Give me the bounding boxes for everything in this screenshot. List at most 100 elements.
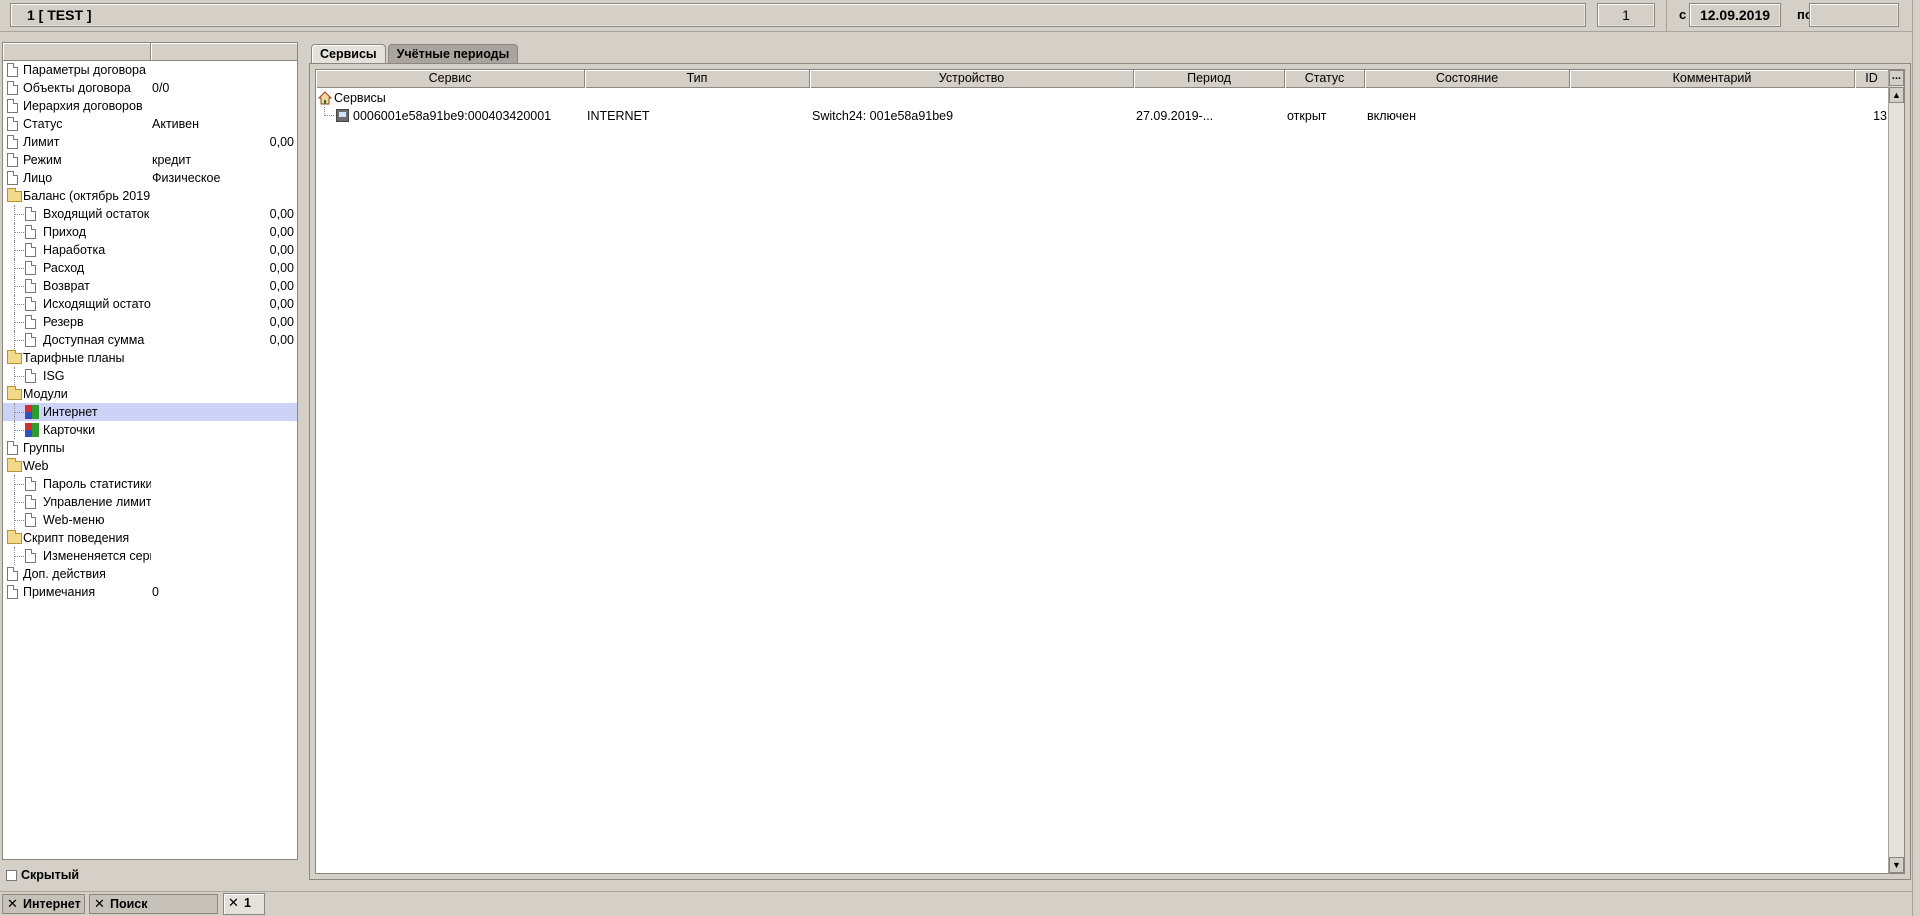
tree-connector: [14, 403, 24, 421]
contract-title-field[interactable]: 1 [ TEST ]: [10, 3, 1586, 27]
tree-item[interactable]: Режим кредит: [3, 151, 297, 169]
tree-item[interactable]: Расход 0,00: [3, 259, 297, 277]
tree-item[interactable]: Иерархия договоров: [3, 97, 297, 115]
column-header-service[interactable]: Сервис: [316, 70, 585, 88]
folder-modules-icon: [7, 386, 22, 400]
column-chooser-button[interactable]: ...: [1889, 70, 1904, 86]
tree-item[interactable]: ISG: [3, 367, 297, 385]
tree-header-value-column[interactable]: [151, 43, 297, 60]
tree-connector: [14, 511, 24, 529]
tree-item[interactable]: Карточки: [3, 421, 297, 439]
tree-connector: [14, 475, 24, 493]
tree-item[interactable]: Измененяется сервис: [3, 547, 297, 565]
tree-header: [3, 43, 297, 61]
tree-item-label: Группы: [23, 441, 65, 455]
tree-item[interactable]: Наработка 0,00: [3, 241, 297, 259]
column-header-comment[interactable]: Комментарий: [1570, 70, 1855, 88]
tab-accounting-periods[interactable]: Учётные периоды: [387, 44, 519, 63]
folder-icon: [7, 458, 22, 472]
tree-item-label: Пароль статистики: [43, 477, 151, 491]
tree-item[interactable]: Управление лимитом: [3, 493, 297, 511]
module-icon: [25, 405, 39, 419]
tree-item[interactable]: Web-меню: [3, 511, 297, 529]
tree-item-amount: 0,00: [269, 243, 294, 257]
tree-item[interactable]: Лимит 0,00: [3, 133, 297, 151]
tree-item-amount: 0,00: [269, 261, 294, 275]
services-table: Сервис Тип Устройство Период Статус Сост…: [315, 69, 1905, 874]
tree-item-value: 0/0: [152, 81, 170, 95]
tree-item[interactable]: Исходящий остаток 0,00: [3, 295, 297, 313]
document-icon: [7, 63, 18, 77]
date-to-field[interactable]: [1809, 3, 1899, 27]
task-contract-1[interactable]: ✕ 1: [223, 893, 265, 915]
scroll-up-icon[interactable]: ▲: [1889, 87, 1904, 103]
column-header-period[interactable]: Период: [1134, 70, 1285, 88]
column-header-type[interactable]: Тип: [585, 70, 810, 88]
date-from-label: с: [1679, 7, 1687, 22]
tree-item[interactable]: Входящий остаток 0,00: [3, 205, 297, 223]
tree-item[interactable]: Модули: [3, 385, 297, 403]
task-internet[interactable]: ✕ Интернет: [2, 894, 85, 914]
tree-item[interactable]: Web: [3, 457, 297, 475]
tree-item[interactable]: Доступная сумма 0,00: [3, 331, 297, 349]
tree-item[interactable]: Резерв 0,00: [3, 313, 297, 331]
cell-type: INTERNET: [587, 109, 650, 123]
tree-item[interactable]: Примечания 0: [3, 583, 297, 601]
task-contract-search[interactable]: ✕ Поиск договоров: [89, 894, 218, 916]
tree-item[interactable]: Приход 0,00: [3, 223, 297, 241]
tree-item-label: Лицо: [23, 171, 53, 185]
contract-header: 1 [ TEST ] 1 с 12.09.2019 по: [0, 0, 1920, 32]
tree-item[interactable]: Интернет: [3, 403, 297, 421]
tree-item[interactable]: Скрипт поведения: [3, 529, 297, 547]
table-vertical-scrollbar[interactable]: ... ▲ ▼: [1888, 70, 1904, 873]
document-icon: [7, 81, 18, 95]
tree-connector: [14, 313, 24, 331]
document-icon: [25, 477, 36, 491]
tree-item-label: Интернет: [43, 405, 98, 419]
tree-item-value: 0: [152, 585, 159, 599]
column-header-status[interactable]: Статус: [1285, 70, 1365, 88]
cell-period: 27.09.2019-...: [1136, 109, 1214, 123]
window-right-edge: [1912, 0, 1920, 916]
date-from-field[interactable]: 12.09.2019: [1689, 3, 1781, 27]
scroll-down-icon[interactable]: ▼: [1889, 857, 1904, 873]
tree-item[interactable]: Лицо Физическое: [3, 169, 297, 187]
tree-item[interactable]: Баланс (октябрь 2019: [3, 187, 297, 205]
table-header: Сервис Тип Устройство Период Статус Сост…: [316, 70, 1889, 88]
tree-root-row[interactable]: Сервисы: [316, 89, 1889, 107]
tree-connector: [324, 107, 334, 116]
tree-item[interactable]: Возврат 0,00: [3, 277, 297, 295]
close-icon[interactable]: ✕: [7, 895, 18, 913]
hidden-option[interactable]: Скрытый: [2, 865, 298, 885]
tree-item[interactable]: Пароль статистики: [3, 475, 297, 493]
column-header-device[interactable]: Устройство: [810, 70, 1134, 88]
tree-item-label: ISG: [43, 369, 65, 383]
tree-item-amount: 0,00: [269, 207, 294, 221]
document-icon: [25, 297, 36, 311]
tree-item-label: Объекты договора: [23, 81, 131, 95]
tree-header-name-column[interactable]: [3, 43, 151, 60]
tree-item[interactable]: Группы: [3, 439, 297, 457]
contract-tree-panel: Параметры договора Объекты договора 0/0 Иер…: [2, 42, 298, 860]
column-header-id[interactable]: ID: [1855, 70, 1889, 88]
close-icon[interactable]: ✕: [94, 895, 105, 913]
task-contract-1-label: 1: [244, 896, 251, 910]
tree-connector: [14, 421, 24, 439]
tab-services[interactable]: Сервисы: [311, 44, 386, 63]
tree-item[interactable]: Статус Активен: [3, 115, 297, 133]
close-icon[interactable]: ✕: [228, 894, 239, 912]
document-icon: [25, 333, 36, 347]
tree-item[interactable]: Доп. действия: [3, 565, 297, 583]
contract-number-field[interactable]: 1: [1597, 3, 1655, 27]
date-range: с 12.09.2019 по: [1666, 0, 1920, 31]
tree-item[interactable]: Параметры договора: [3, 61, 297, 79]
hidden-checkbox[interactable]: [6, 870, 17, 881]
tree-item[interactable]: Объекты договора 0/0: [3, 79, 297, 97]
tree-item[interactable]: Тарифные планы: [3, 349, 297, 367]
document-icon: [25, 279, 36, 293]
tree-item-label: Скрипт поведения: [23, 531, 130, 545]
tree-item-label: Web: [23, 459, 49, 473]
column-header-state[interactable]: Состояние: [1365, 70, 1570, 88]
table-row[interactable]: 0006001e58a91be9:000403420001 INTERNET S…: [316, 107, 1889, 125]
tree-item-label: Управление лимитом: [43, 495, 151, 509]
